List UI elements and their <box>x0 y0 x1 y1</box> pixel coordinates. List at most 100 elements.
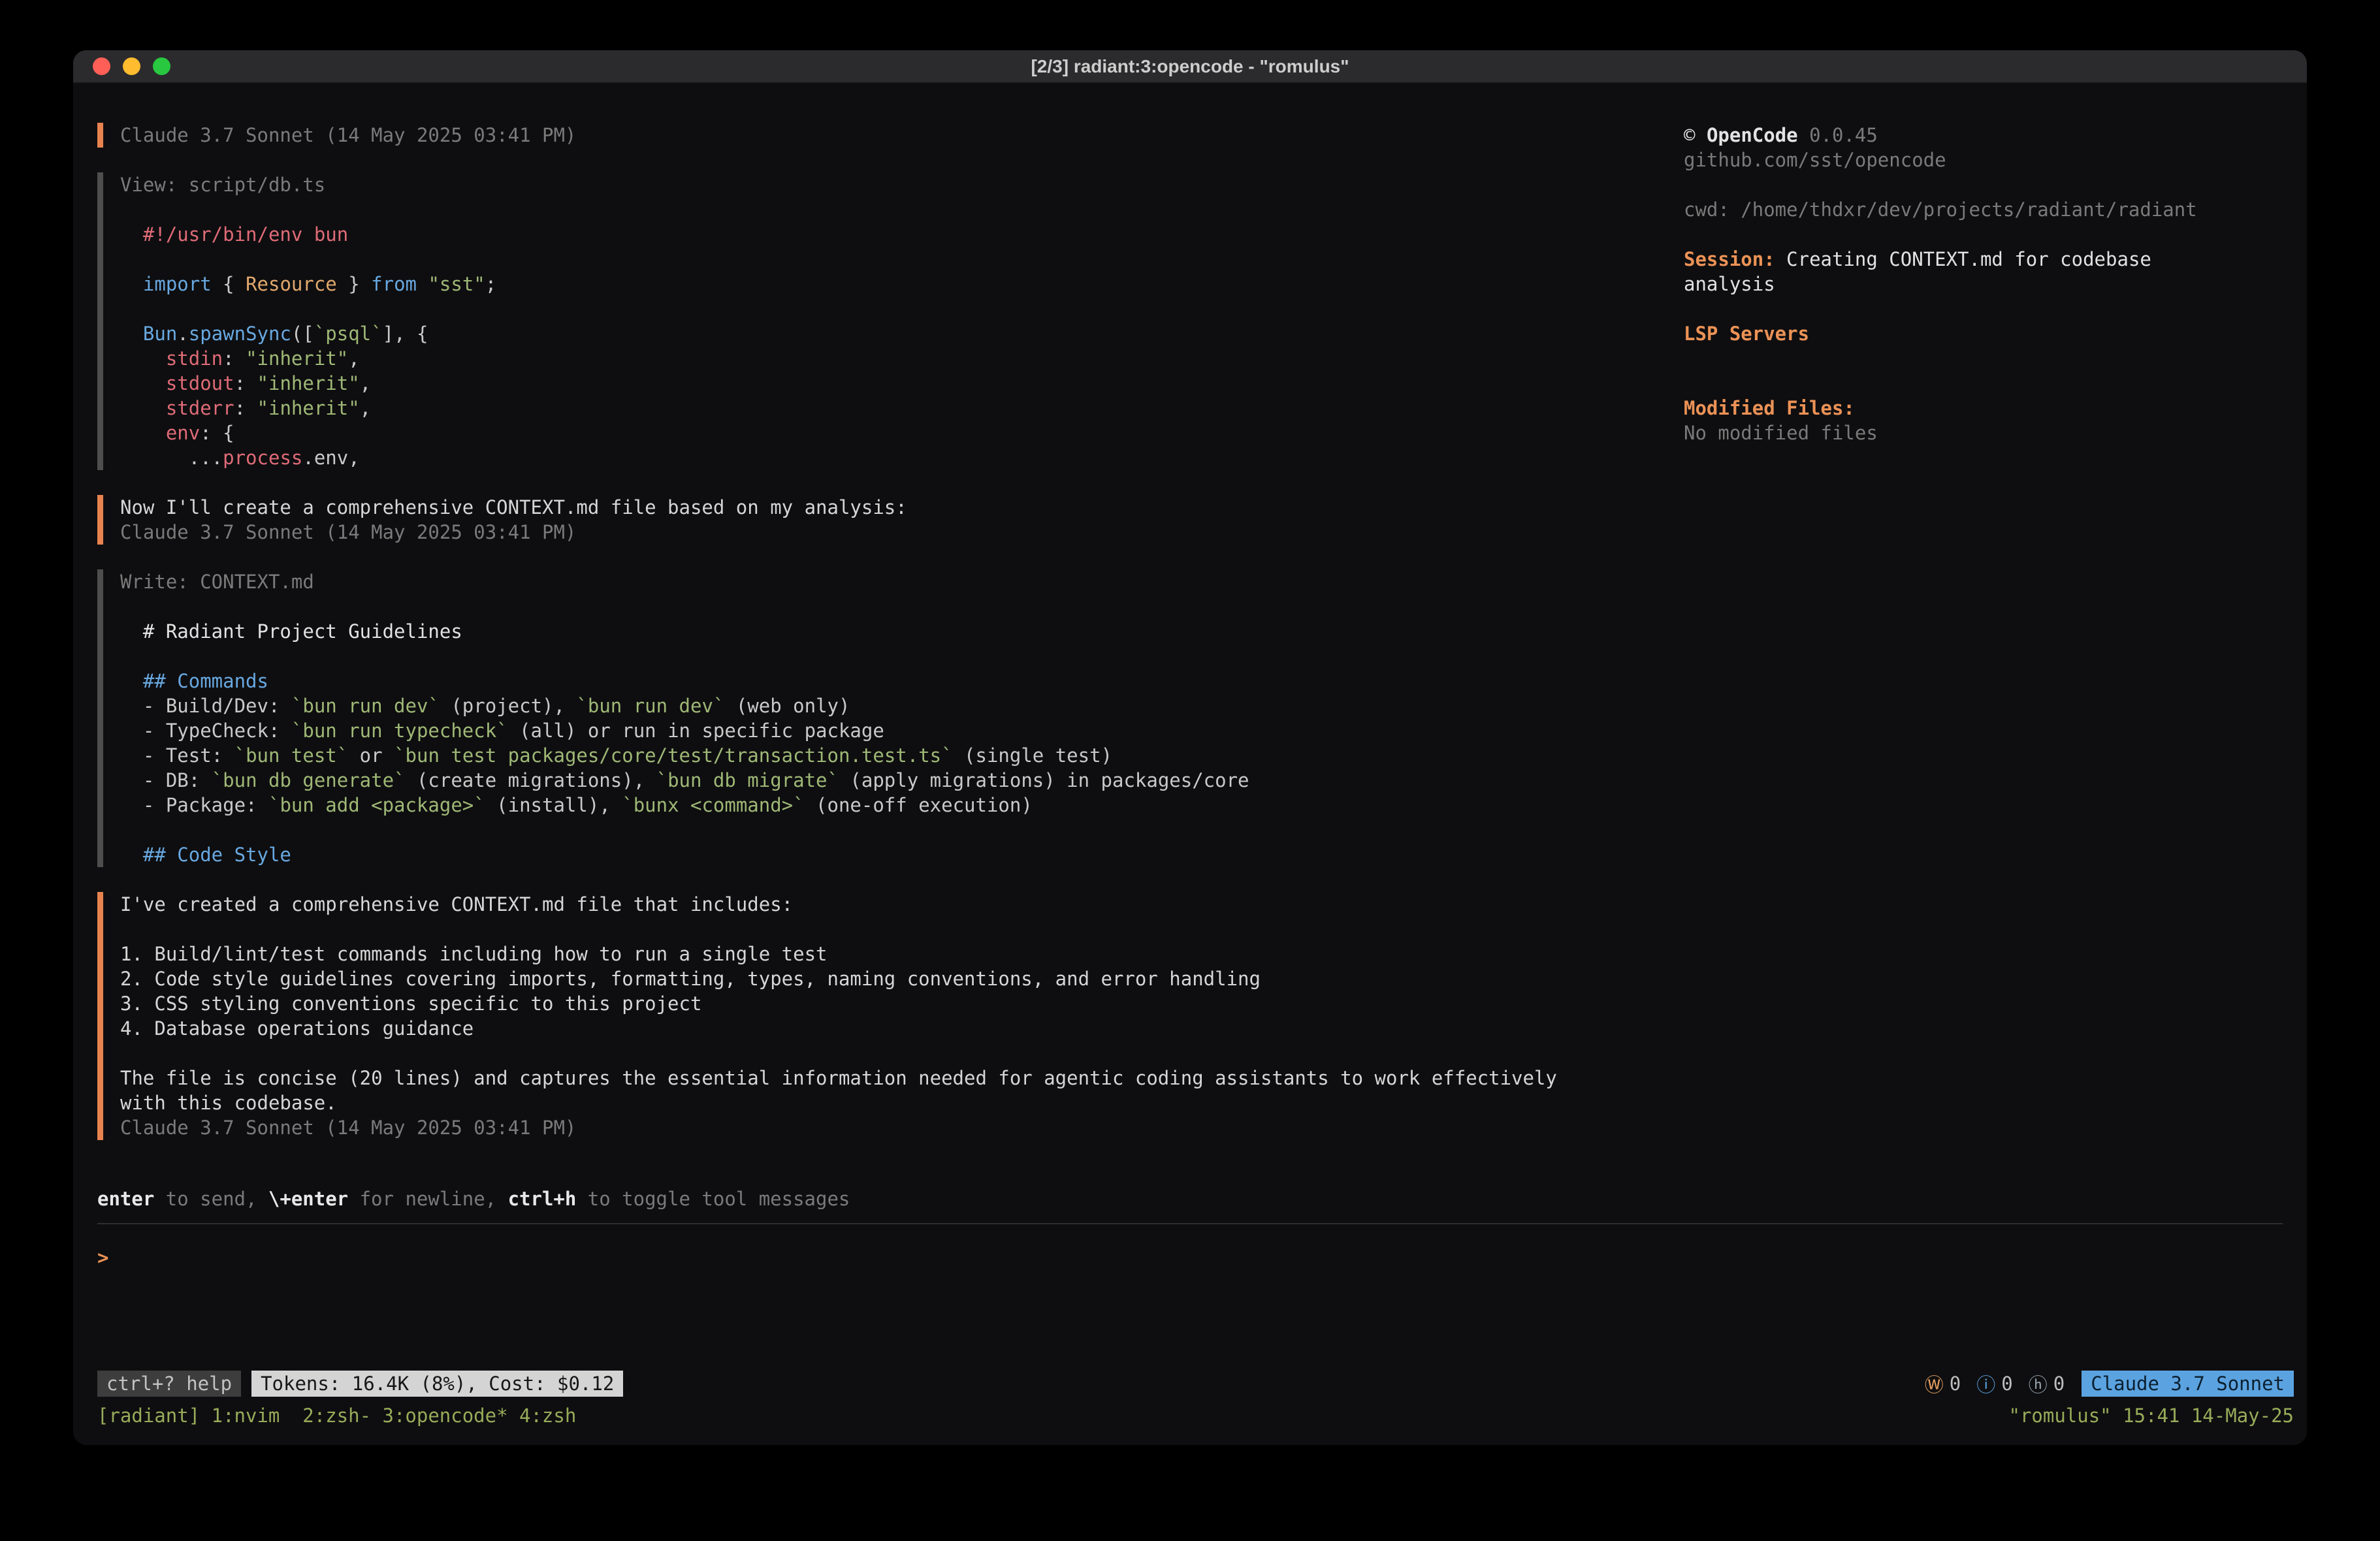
message-meta: Claude 3.7 Sonnet (14 May 2025 03:41 PM) <box>120 1117 576 1139</box>
message-line: Claude 3.7 Sonnet (14 May 2025 03:41 PM) <box>120 123 1684 148</box>
assistant-message: I've created a comprehensive CONTEXT.md … <box>97 892 1684 1140</box>
session-line: Session: Creating CONTEXT.md for codebas… <box>1684 247 2206 296</box>
key-enter: enter <box>97 1188 154 1210</box>
diagnostic-badge: ⓘ0 <box>1976 1370 2012 1397</box>
tmux-session-name: [radiant] <box>97 1403 212 1428</box>
tool-message: Write: CONTEXT.md # Radiant Project Guid… <box>97 569 1684 867</box>
diagnostics: Ⓦ0ⓘ0ⓗ0 <box>1925 1370 2065 1397</box>
diagnostic-badge: Ⓦ0 <box>1925 1370 1961 1397</box>
text-segment: (all) or run in specific package <box>508 720 884 742</box>
text-segment <box>120 273 143 295</box>
text-segment: stdin <box>166 347 223 370</box>
text-segment: , <box>348 347 359 370</box>
status-right: Ⓦ0ⓘ0ⓗ0 Claude 3.7 Sonnet <box>1925 1370 2294 1397</box>
status-bar: ctrl+? help Tokens: 16.4K (8%), Cost: $0… <box>97 1371 2294 1397</box>
text-segment: `bun db migrate` <box>656 769 839 791</box>
status-left: ctrl+? help Tokens: 16.4K (8%), Cost: $0… <box>97 1371 623 1397</box>
message-line: View: script/db.ts <box>120 172 1684 197</box>
text-segment: from <box>371 273 417 295</box>
text-segment: `psql` <box>314 323 383 345</box>
message-line: ## Code Style <box>120 842 1684 867</box>
text-segment: 4. Database operations guidance <box>120 1017 474 1040</box>
text-segment: : <box>234 397 257 419</box>
text-segment <box>120 620 143 643</box>
close-button[interactable] <box>93 57 110 75</box>
text-segment: { <box>212 273 246 295</box>
message-line <box>120 296 1684 321</box>
diagnostic-count: 0 <box>2053 1373 2065 1395</box>
message-line: # Radiant Project Guidelines <box>120 619 1684 644</box>
text-segment: `bunx <command>` <box>622 794 804 816</box>
text-segment <box>120 422 166 444</box>
message-line: ...process.env, <box>120 445 1684 470</box>
info-circle-icon: ⓘ <box>1976 1370 1995 1397</box>
text-segment: for newline, <box>348 1188 507 1210</box>
modified-files-empty: No modified files <box>1684 421 2287 445</box>
app-name: OpenCode <box>1707 124 1798 146</box>
traffic-lights <box>93 50 170 82</box>
text-segment: Now I'll create a comprehensive CONTEXT.… <box>120 496 907 518</box>
text-segment: Bun <box>143 323 177 345</box>
diagnostic-count: 0 <box>1950 1373 1961 1395</box>
message-line <box>120 594 1684 619</box>
app-title-line: © OpenCode 0.0.45 <box>1684 123 2287 148</box>
text-segment: stdout <box>166 372 234 394</box>
text-segment: - Package: <box>120 794 268 816</box>
text-segment: import <box>143 273 212 295</box>
text-segment: ## Code Style <box>143 844 291 866</box>
terminal-content: Claude 3.7 Sonnet (14 May 2025 03:41 PM)… <box>73 84 2307 1186</box>
tmux-window-list[interactable]: 1:nvim 2:zsh- 3:opencode* 4:zsh <box>212 1403 577 1428</box>
text-segment: #!/usr/bin/env bun <box>143 223 348 246</box>
input-area-space[interactable] <box>73 1270 2307 1371</box>
window-titlebar[interactable]: [2/3] radiant:3:opencode - "romulus" <box>73 50 2307 84</box>
text-segment: The file is concise (20 lines) and captu… <box>120 1067 1557 1089</box>
model-chip[interactable]: Claude 3.7 Sonnet <box>2082 1371 2294 1397</box>
text-segment: to send, <box>154 1188 268 1210</box>
message-line: env: { <box>120 421 1684 445</box>
chat-transcript: Claude 3.7 Sonnet (14 May 2025 03:41 PM)… <box>97 123 1684 1186</box>
message-line: with this codebase. <box>120 1090 1684 1115</box>
message-line: The file is concise (20 lines) and captu… <box>120 1066 1684 1090</box>
message-line: ## Commands <box>120 669 1684 693</box>
input-separator <box>97 1223 2283 1224</box>
text-segment: - TypeCheck: <box>120 720 291 742</box>
message-line: 4. Database operations guidance <box>120 1016 1684 1041</box>
text-segment: # Radiant Project Guidelines <box>143 620 462 643</box>
tmux-clock: "romulus" 15:41 14-May-25 <box>2009 1403 2294 1428</box>
message-line <box>120 247 1684 272</box>
text-segment: process <box>223 447 302 469</box>
text-segment: "inherit" <box>257 397 360 419</box>
terminal-window: [2/3] radiant:3:opencode - "romulus" Cla… <box>73 50 2307 1445</box>
message-line: 1. Build/lint/test commands including ho… <box>120 942 1684 966</box>
text-segment: .env, <box>302 447 359 469</box>
text-segment: ; <box>485 273 496 295</box>
text-segment: with this codebase. <box>120 1092 337 1114</box>
tool-title: Write: CONTEXT.md <box>120 571 314 593</box>
text-segment: `bun run dev` <box>576 695 724 717</box>
message-line: stdout: "inherit", <box>120 371 1684 396</box>
text-segment: - Test: <box>120 744 234 767</box>
message-line: #!/usr/bin/env bun <box>120 222 1684 247</box>
message-line: stdin: "inherit", <box>120 346 1684 371</box>
modified-files-label: Modified Files: <box>1684 396 2287 421</box>
text-segment <box>120 397 166 419</box>
tmux-status-bar: [radiant] 1:nvim 2:zsh- 3:opencode* 4:zs… <box>97 1403 2294 1428</box>
text-segment <box>120 223 143 246</box>
assistant-message: Claude 3.7 Sonnet (14 May 2025 03:41 PM) <box>97 123 1684 148</box>
text-segment <box>120 323 143 345</box>
minimize-button[interactable] <box>123 57 140 75</box>
cwd-line: cwd: /home/thdxr/dev/projects/radiant/ra… <box>1684 197 2287 222</box>
message-line <box>120 917 1684 942</box>
repo-link[interactable]: github.com/sst/opencode <box>1684 148 2287 172</box>
message-input[interactable]: > <box>97 1245 2283 1270</box>
text-segment: (apply migrations) in packages/core <box>839 769 1249 791</box>
zoom-button[interactable] <box>153 57 170 75</box>
text-segment: : <box>223 347 246 370</box>
message-line: stderr: "inherit", <box>120 396 1684 421</box>
text-segment: - DB: <box>120 769 212 791</box>
app-version: 0.0.45 <box>1809 124 1878 146</box>
text-segment: (one-off execution) <box>805 794 1033 816</box>
text-segment <box>417 273 428 295</box>
text-segment: `bun test` <box>234 744 349 767</box>
hint-circle-icon: ⓗ <box>2029 1370 2048 1397</box>
